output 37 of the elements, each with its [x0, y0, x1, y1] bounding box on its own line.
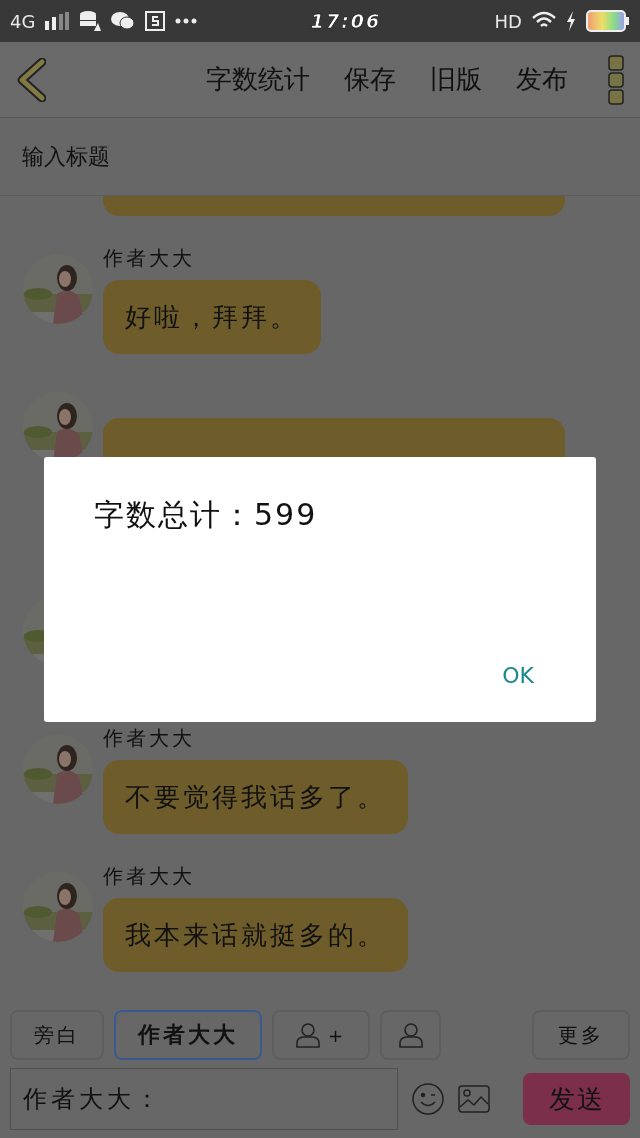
s-square-icon [145, 11, 166, 31]
person-icon [398, 1022, 423, 1048]
nav-item[interactable]: 旧版 [430, 58, 482, 101]
battery-icon [586, 10, 630, 32]
sender-name: 作者大大 [103, 245, 195, 272]
message-bubble: 不要觉得我话多了。 [103, 760, 408, 834]
clock: 17:06 [310, 10, 382, 32]
menu-icon[interactable] [608, 54, 624, 105]
nav-item[interactable]: 发布 [516, 58, 568, 101]
title-field[interactable]: 输入标题 [20, 143, 620, 170]
person-icon [296, 1022, 320, 1048]
dialog-message: 字数总计：599 [94, 496, 319, 534]
message-field[interactable]: 作者大大： [10, 1068, 398, 1130]
message-bubble: 我本来话就挺多的。 [103, 898, 408, 972]
message-bubble: 好啦，拜拜。 [103, 280, 321, 354]
role-button[interactable]: 旁白 [10, 1010, 104, 1060]
image-icon[interactable] [458, 1085, 490, 1113]
ok-button[interactable]: OK [492, 659, 544, 692]
signal-icon [45, 12, 70, 30]
role-button[interactable] [380, 1010, 442, 1060]
add-role-button[interactable]: + [272, 1010, 371, 1060]
nav-item[interactable]: 保存 [344, 58, 396, 101]
emoji-icon[interactable] [412, 1083, 444, 1115]
database-icon [79, 10, 102, 32]
send-button[interactable]: 发送 [523, 1073, 630, 1125]
chat-icon [111, 11, 136, 31]
plus-sign: + [328, 1024, 347, 1046]
nav-item[interactable]: 字数统计 [206, 58, 310, 101]
more-button[interactable]: 更多 [532, 1010, 630, 1060]
back-icon[interactable] [16, 57, 46, 102]
sender-name: 作者大大 [103, 725, 195, 752]
role-button[interactable]: 作者大大 [114, 1010, 262, 1060]
more-dots-icon [175, 18, 198, 24]
sender-name: 作者大大 [103, 863, 195, 890]
network-label: 4G [10, 10, 36, 32]
hd-label: HD [494, 10, 522, 32]
charging-icon [566, 11, 576, 31]
